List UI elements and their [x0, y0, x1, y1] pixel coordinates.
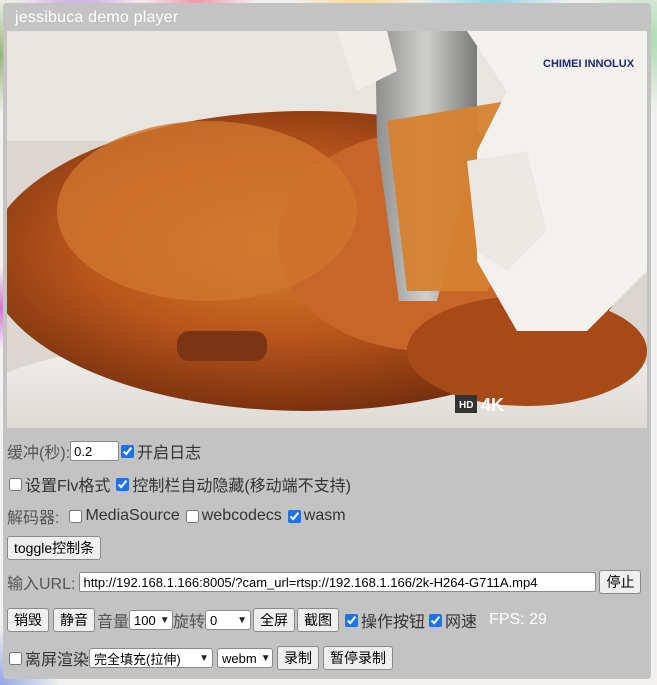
player-panel: jessibuca demo player CHIMEI INNOLUX HD …: [3, 3, 651, 679]
decoder-label: 解码器:: [7, 510, 60, 527]
rotate-label: 旋转: [173, 614, 206, 631]
window-title: jessibuca demo player: [15, 9, 179, 26]
fps-readout: FPS: 29: [489, 611, 547, 628]
url-label: 输入URL:: [7, 576, 76, 593]
chevron-down-icon: ▼: [237, 614, 248, 626]
toggle-row: toggle控制条: [7, 536, 102, 560]
stop-button[interactable]: 停止: [599, 570, 642, 594]
volume-select[interactable]: 100 ▼: [129, 610, 174, 630]
volume-label: 音量: [97, 614, 130, 631]
mute-button[interactable]: 静音: [53, 608, 95, 632]
video-canvas[interactable]: CHIMEI INNOLUX HD 4K: [7, 31, 647, 428]
rotate-value: 0: [210, 612, 218, 628]
render-row: 离屏渲染 完全填充(拉伸) ▼ webm ▼ 录制 暂停录制: [7, 646, 394, 670]
fullscreen-button[interactable]: 全屏: [253, 608, 296, 632]
op-buttons-label: 操作按钮: [361, 614, 426, 631]
buffer-input[interactable]: [70, 441, 120, 461]
offscreen-label: 离屏渲染: [25, 652, 90, 669]
fill-mode-select[interactable]: 完全填充(拉伸) ▼: [89, 648, 214, 668]
mediasource-label: MediaSource: [85, 507, 180, 524]
netspeed-label: 网速: [445, 614, 478, 631]
wasm-checkbox[interactable]: [287, 509, 301, 523]
hd-badge: HD: [459, 400, 473, 411]
wasm-label: wasm: [303, 507, 346, 524]
volume-value: 100: [134, 612, 156, 628]
url-row: 输入URL: 停止: [7, 570, 642, 594]
buffer-label: 缓冲(秒):: [7, 445, 71, 462]
decoder-row: 解码器: MediaSource webcodecs wasm: [7, 504, 346, 528]
pause-record-button[interactable]: 暂停录制: [323, 646, 394, 670]
video-frame-image: CHIMEI INNOLUX HD 4K: [7, 31, 647, 428]
netspeed-checkbox[interactable]: [429, 613, 443, 627]
chevron-down-icon: ▼: [199, 652, 210, 664]
mediasource-checkbox[interactable]: [69, 509, 83, 523]
buffer-row: 缓冲(秒): 开启日志: [7, 439, 201, 463]
brand-logo: CHIMEI INNOLUX: [543, 58, 635, 70]
flv-checkbox[interactable]: [9, 477, 22, 491]
record-button[interactable]: 录制: [277, 646, 320, 670]
record-format-select[interactable]: webm ▼: [217, 648, 274, 668]
record-format-value: webm: [222, 650, 257, 666]
screenshot-button[interactable]: 截图: [297, 608, 340, 632]
options-row: 设置Flv格式 控制栏自动隐藏(移动端不支持): [7, 472, 351, 496]
controls-row: 销毁 静音 音量 100 ▼ 旋转 0 ▼ 全屏 截图 操作按钮 网速 FPS:…: [7, 608, 547, 632]
flv-label: 设置Flv格式: [25, 478, 111, 495]
fill-mode-value: 完全填充(拉伸): [94, 651, 181, 667]
autohide-checkbox[interactable]: [116, 477, 130, 491]
offscreen-checkbox[interactable]: [9, 651, 22, 665]
4k-badge: 4K: [481, 395, 504, 415]
enable-log-checkbox[interactable]: [121, 444, 135, 458]
toggle-controlbar-button[interactable]: toggle控制条: [7, 536, 102, 560]
destroy-button[interactable]: 销毁: [7, 608, 49, 632]
webcodecs-checkbox[interactable]: [185, 509, 199, 523]
enable-log-label: 开启日志: [137, 445, 202, 462]
autohide-label: 控制栏自动隐藏(移动端不支持): [132, 478, 352, 495]
webcodecs-label: webcodecs: [201, 507, 282, 524]
rotate-select[interactable]: 0 ▼: [205, 610, 252, 630]
url-input[interactable]: [79, 572, 597, 592]
op-buttons-checkbox[interactable]: [345, 613, 359, 627]
chevron-down-icon: ▼: [159, 614, 170, 626]
chevron-down-icon: ▼: [260, 652, 271, 664]
